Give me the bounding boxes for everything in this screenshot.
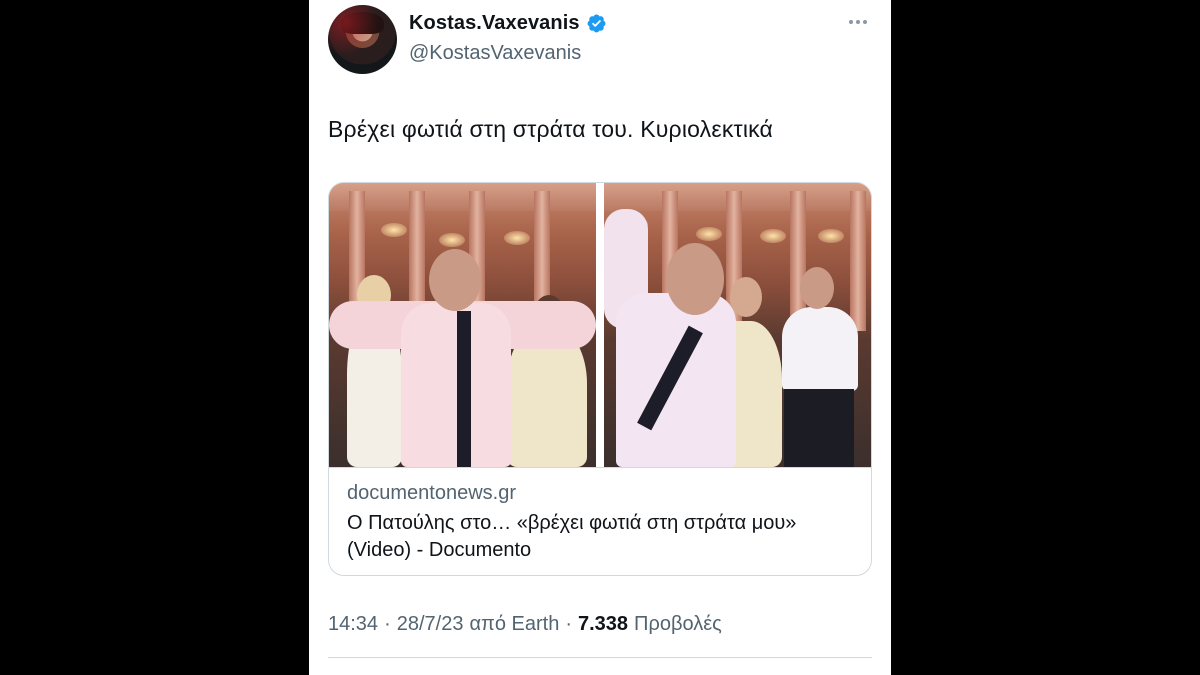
photo-person-head (429, 249, 481, 311)
photo-ceiling (329, 183, 596, 211)
photo-person-head (730, 277, 762, 317)
views-label: Προβολές (634, 613, 722, 635)
card-domain: documentonews.gr (347, 482, 516, 504)
meta-separator: · (384, 613, 391, 635)
more-options-icon[interactable] (845, 16, 871, 28)
meta-separator: · (565, 613, 572, 635)
more-dot (863, 20, 867, 24)
author-handle[interactable]: @KostasVaxevanis (409, 42, 581, 65)
card-body[interactable]: documentonews.gr Ο Πατούλης στο… «βρέχει… (329, 467, 871, 575)
photo-person-head (800, 267, 834, 309)
more-dot (849, 20, 853, 24)
tweet-container: Kostas.Vaxevanis @KostasVaxevanis Βρέχει… (309, 0, 891, 675)
photo-lamp (818, 229, 844, 243)
author-name-row: Kostas.Vaxevanis (409, 12, 607, 35)
avatar-overlay (328, 5, 397, 74)
photo-lamp (439, 233, 465, 247)
photo-lamp (381, 223, 407, 237)
avatar[interactable] (328, 5, 397, 74)
photo-lamp (760, 229, 786, 243)
tweet-meta: 14:34 · 28/7/23 από Earth · 7.338 Προβολ… (328, 613, 722, 636)
card-photo-left[interactable] (329, 183, 596, 467)
tweet-source: από Earth (469, 613, 560, 635)
verified-badge-icon (587, 14, 606, 33)
author-display-name[interactable]: Kostas.Vaxevanis (409, 12, 580, 35)
photo-person-trousers (784, 389, 854, 467)
views-count: 7.338 (577, 613, 629, 635)
photo-person-shirt (782, 307, 858, 391)
photo-lamp (504, 231, 530, 245)
photo-pillar (850, 191, 866, 331)
photo-person-shirt (401, 303, 511, 467)
tweet-text: Βρέχει φωτιά στη στράτα του. Κυριολεκτικ… (328, 116, 774, 142)
card-media[interactable] (329, 183, 871, 467)
card-title: Ο Πατούλης στο… «βρέχει φωτιά στη στράτα… (347, 512, 797, 561)
more-dot (856, 20, 860, 24)
card-photo-right[interactable] (604, 183, 871, 467)
tweet-time[interactable]: 14:34 (328, 613, 378, 636)
photo-person-head (666, 243, 724, 315)
tweet-date[interactable]: 28/7/23 (397, 613, 464, 636)
link-card[interactable]: documentonews.gr Ο Πατούλης στο… «βρέχει… (328, 182, 872, 576)
divider (328, 657, 872, 658)
photo-person-tie (457, 311, 471, 467)
photo-lamp (696, 227, 722, 241)
